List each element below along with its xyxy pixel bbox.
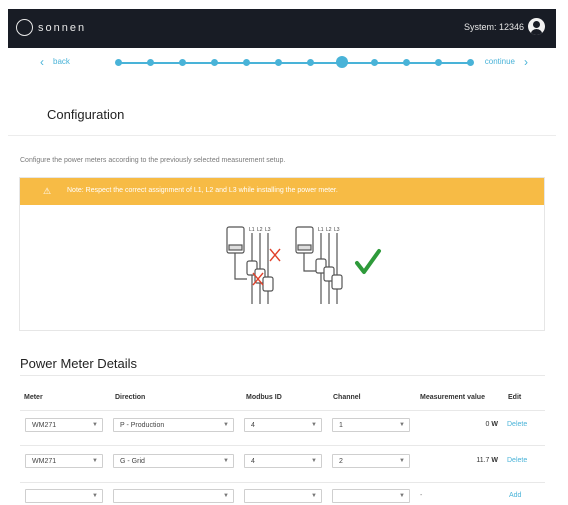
section-title: Power Meter Details bbox=[20, 356, 138, 371]
channel-value: 2 bbox=[339, 458, 343, 465]
column-header-edit: Edit bbox=[508, 394, 522, 401]
phase-label-left-l1: L1 bbox=[249, 227, 255, 233]
logo-text: sonnen bbox=[38, 21, 87, 34]
channel-select[interactable]: 1 ▼ bbox=[332, 418, 410, 432]
meter-select[interactable]: WM271 ▼ bbox=[25, 454, 103, 468]
wiring-diagram: L1 L2 L3 L1 L2 L3 bbox=[226, 226, 381, 304]
step-dot[interactable] bbox=[114, 59, 122, 66]
meter-value: WM271 bbox=[32, 458, 57, 465]
warning-icon: ⚠ bbox=[43, 186, 52, 196]
direction-value: G - Grid bbox=[120, 458, 145, 465]
phase-label-left-l2: L2 bbox=[257, 227, 263, 233]
meter-value: WM271 bbox=[32, 422, 57, 429]
channel-select[interactable]: ▼ bbox=[332, 489, 410, 503]
phase-label-left-l3: L3 bbox=[265, 227, 271, 233]
sonnen-logo[interactable]: sonnen bbox=[16, 19, 86, 36]
page-title: Configuration bbox=[47, 107, 125, 122]
delete-button[interactable]: Delete bbox=[507, 421, 527, 428]
measurement-unit: W bbox=[491, 421, 498, 428]
back-label: back bbox=[53, 57, 70, 66]
measurement-number: 0 bbox=[485, 421, 490, 428]
step-dot[interactable] bbox=[370, 59, 378, 66]
step-dot[interactable] bbox=[242, 59, 250, 66]
measurement-value: 11.7 W bbox=[428, 457, 498, 464]
measurement-number: 11.7 bbox=[476, 457, 490, 464]
wizard-stepper: ‹ back continue › bbox=[8, 48, 556, 78]
continue-button[interactable]: continue › bbox=[484, 54, 528, 69]
step-dot[interactable] bbox=[178, 59, 186, 66]
measurement-unit: W bbox=[491, 457, 498, 464]
delete-button[interactable]: Delete bbox=[507, 457, 527, 464]
caret-down-icon: ▼ bbox=[311, 458, 317, 464]
measurement-value: 0 W bbox=[428, 421, 498, 428]
step-dot[interactable] bbox=[402, 59, 410, 66]
step-dot[interactable] bbox=[434, 59, 442, 66]
meter-select[interactable]: ▼ bbox=[25, 489, 103, 503]
user-icon[interactable] bbox=[528, 18, 545, 35]
add-button[interactable]: Add bbox=[509, 492, 521, 499]
top-bar: sonnen System: 12346 bbox=[8, 9, 556, 48]
caret-down-icon: ▼ bbox=[399, 458, 405, 464]
modbus-id-select[interactable]: ▼ bbox=[244, 489, 322, 503]
modbus-id-value: 4 bbox=[251, 422, 255, 429]
chevron-left-icon: ‹ bbox=[40, 54, 44, 69]
intro-text: Configure the power meters according to … bbox=[20, 157, 286, 164]
step-dot[interactable] bbox=[466, 59, 474, 66]
column-header-channel: Channel bbox=[333, 394, 361, 401]
measurement-placeholder: - bbox=[420, 492, 423, 499]
column-header-direction: Direction bbox=[115, 394, 146, 401]
row-divider bbox=[20, 482, 545, 483]
continue-label: continue bbox=[484, 57, 515, 66]
caret-down-icon: ▼ bbox=[399, 493, 405, 499]
caret-down-icon: ▼ bbox=[223, 458, 229, 464]
column-header-meter: Meter bbox=[24, 394, 43, 401]
column-header-modbus-id: Modbus ID bbox=[246, 394, 282, 401]
warning-banner: ⚠ Note: Respect the correct assignment o… bbox=[20, 178, 544, 205]
caret-down-icon: ▼ bbox=[223, 493, 229, 499]
modbus-id-select[interactable]: 4 ▼ bbox=[244, 418, 322, 432]
row-divider bbox=[20, 410, 545, 411]
checkmark-icon bbox=[355, 249, 381, 274]
divider bbox=[20, 375, 545, 376]
caret-down-icon: ▼ bbox=[311, 422, 317, 428]
direction-select[interactable]: ▼ bbox=[113, 489, 234, 503]
direction-value: P - Production bbox=[120, 422, 165, 429]
column-header-measurement-value: Measurement value bbox=[420, 394, 485, 401]
system-label: System: bbox=[463, 22, 497, 32]
direction-select[interactable]: P - Production ▼ bbox=[113, 418, 234, 432]
step-dot[interactable] bbox=[146, 59, 154, 66]
modbus-id-value: 4 bbox=[251, 458, 255, 465]
step-dot[interactable] bbox=[306, 59, 314, 66]
divider bbox=[8, 135, 556, 136]
warning-text: Note: Respect the correct assignment of … bbox=[67, 187, 338, 194]
step-dot[interactable] bbox=[210, 59, 218, 66]
phase-label-right-l3: L3 bbox=[334, 227, 340, 233]
caret-down-icon: ▼ bbox=[92, 422, 98, 428]
phase-label-right-l1: L1 bbox=[318, 227, 324, 233]
phase-label-right-l2: L2 bbox=[326, 227, 332, 233]
channel-select[interactable]: 2 ▼ bbox=[332, 454, 410, 468]
row-divider bbox=[20, 445, 545, 446]
logo-ring-icon bbox=[16, 19, 33, 36]
modbus-id-select[interactable]: 4 ▼ bbox=[244, 454, 322, 468]
caret-down-icon: ▼ bbox=[223, 422, 229, 428]
system-info: System: 12346 bbox=[464, 22, 524, 32]
caret-down-icon: ▼ bbox=[311, 493, 317, 499]
direction-select[interactable]: G - Grid ▼ bbox=[113, 454, 234, 468]
caret-down-icon: ▼ bbox=[92, 493, 98, 499]
progress-line bbox=[118, 62, 473, 64]
caret-down-icon: ▼ bbox=[92, 458, 98, 464]
chevron-right-icon: › bbox=[524, 54, 528, 69]
step-dot[interactable] bbox=[274, 59, 282, 66]
back-button[interactable]: ‹ back bbox=[40, 54, 70, 69]
meter-select[interactable]: WM271 ▼ bbox=[25, 418, 103, 432]
system-id: 12346 bbox=[498, 22, 524, 32]
wiring-note-panel: ⚠ Note: Respect the correct assignment o… bbox=[19, 177, 545, 331]
channel-value: 1 bbox=[339, 422, 343, 429]
caret-down-icon: ▼ bbox=[399, 422, 405, 428]
step-dot-active[interactable] bbox=[336, 56, 348, 68]
